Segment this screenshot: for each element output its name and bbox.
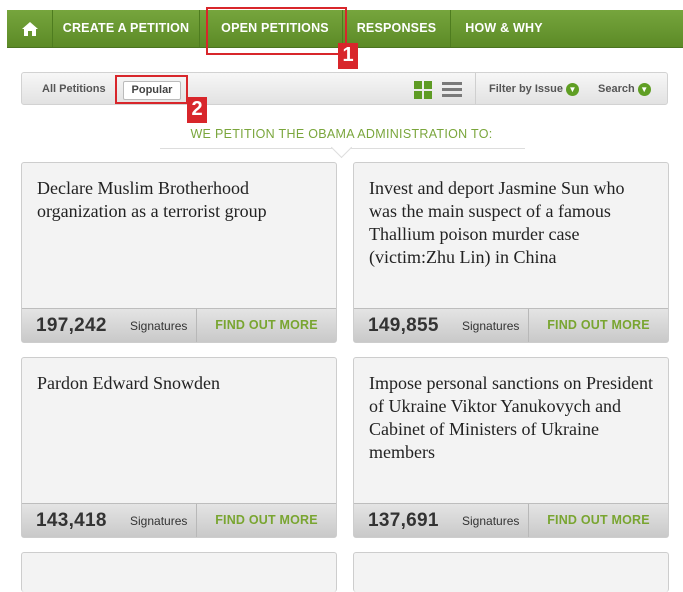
find-out-more-button[interactable]: FIND OUT MORE: [528, 309, 668, 342]
petition-card[interactable]: Invest and deport Jasmine Sun who was th…: [353, 162, 669, 343]
petition-title[interactable]: Pardon Edward Snowden: [37, 372, 322, 395]
home-button[interactable]: [7, 10, 53, 47]
petition-card[interactable]: Impose personal sanctions on President o…: [353, 357, 669, 538]
petition-card[interactable]: [21, 552, 337, 592]
petition-card[interactable]: Pardon Edward Snowden 143,418 Signatures…: [21, 357, 337, 538]
card-footer: 143,418 Signatures FIND OUT MORE: [22, 503, 336, 537]
petition-title[interactable]: Impose personal sanctions on President o…: [369, 372, 654, 464]
annotation-box-1: [206, 7, 347, 55]
find-out-more-button[interactable]: FIND OUT MORE: [196, 309, 336, 342]
petition-title[interactable]: Invest and deport Jasmine Sun who was th…: [369, 177, 654, 269]
find-out-more-button[interactable]: FIND OUT MORE: [528, 504, 668, 537]
nav-create-petition[interactable]: CREATE A PETITION: [53, 10, 200, 47]
signature-count: 143,418: [36, 510, 107, 531]
annotation-label-2: 2: [187, 97, 207, 123]
find-out-more-button[interactable]: FIND OUT MORE: [196, 504, 336, 537]
signature-count: 149,855: [368, 315, 439, 336]
signatures-label: Signatures: [130, 514, 188, 528]
search-dropdown[interactable]: Search ▼: [598, 73, 651, 106]
card-footer: 197,242 Signatures FIND OUT MORE: [22, 308, 336, 342]
search-label: Search: [598, 83, 635, 95]
divider: [475, 73, 476, 104]
card-footer: 149,855 Signatures FIND OUT MORE: [354, 308, 668, 342]
petition-title[interactable]: Declare Muslim Brotherhood organization …: [37, 177, 322, 223]
filter-by-issue-dropdown[interactable]: Filter by Issue ▼: [489, 73, 579, 106]
petition-card[interactable]: Declare Muslim Brotherhood organization …: [21, 162, 337, 343]
home-icon: [21, 21, 38, 36]
all-petitions-link[interactable]: All Petitions: [42, 73, 106, 106]
signatures-label: Signatures: [462, 319, 520, 333]
card-footer: 137,691 Signatures FIND OUT MORE: [354, 503, 668, 537]
chevron-down-icon: ▼: [637, 82, 651, 96]
signature-count: 197,242: [36, 315, 107, 336]
signature-count: 137,691: [368, 510, 439, 531]
grid-view-icon[interactable]: [414, 81, 432, 99]
petition-card[interactable]: [353, 552, 669, 592]
nav-responses[interactable]: RESPONSES: [343, 10, 451, 47]
filter-by-issue-label: Filter by Issue: [489, 83, 563, 95]
nav-how-why[interactable]: HOW & WHY: [451, 10, 557, 47]
annotation-box-2: [115, 75, 188, 104]
signatures-label: Signatures: [462, 514, 520, 528]
signatures-label: Signatures: [130, 319, 188, 333]
list-view-icon[interactable]: [442, 81, 462, 99]
chevron-down-icon: ▼: [565, 82, 579, 96]
annotation-label-1: 1: [338, 43, 358, 69]
